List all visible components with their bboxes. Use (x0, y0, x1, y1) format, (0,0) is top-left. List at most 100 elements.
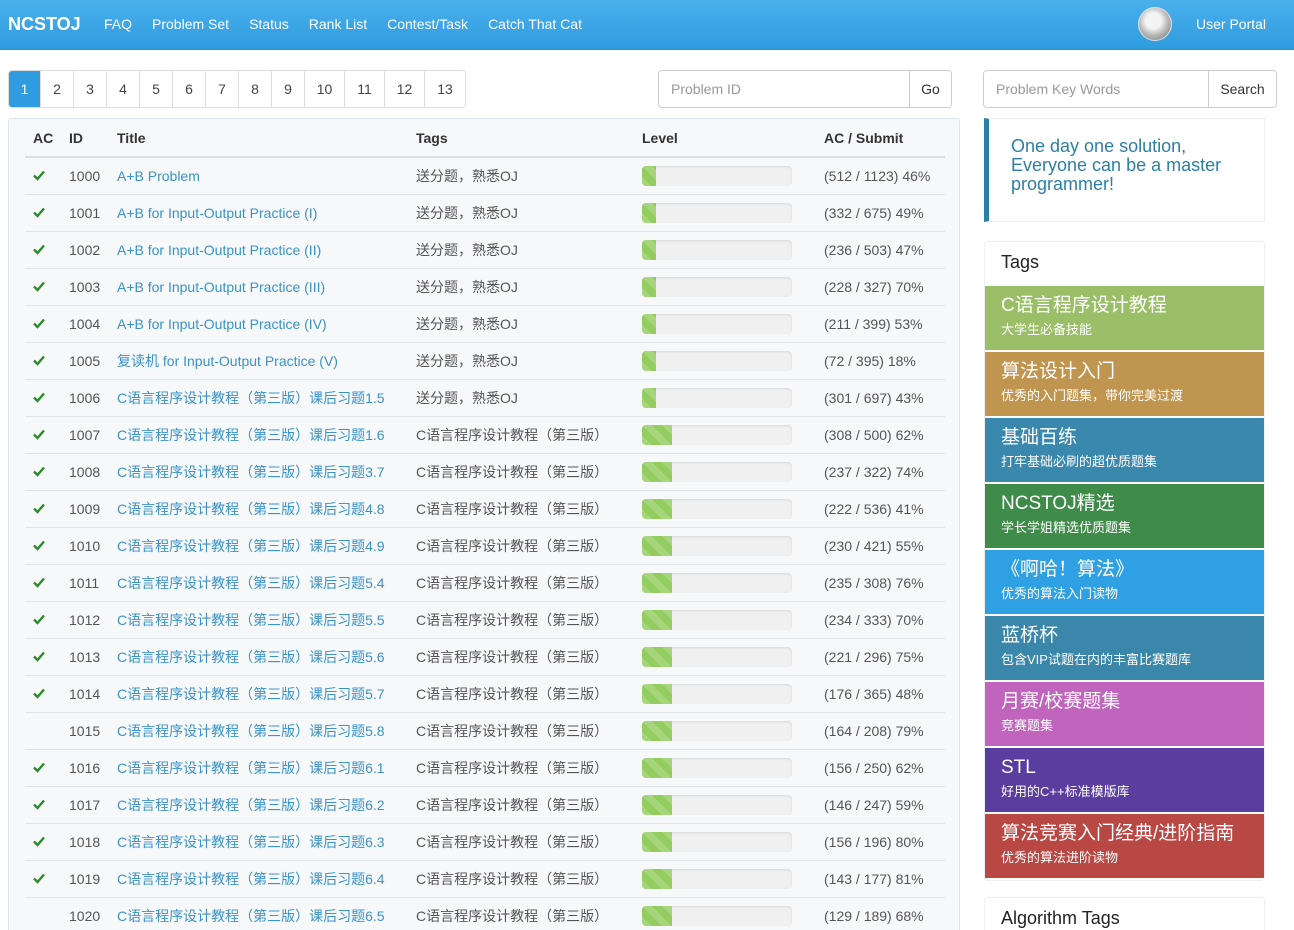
motto-line-2: Everyone can be a master (1011, 155, 1222, 175)
problem-tags: C语言程序设计教程（第三版） (408, 637, 634, 675)
problem-tags: C语言程序设计教程（第三版） (408, 822, 634, 860)
tag-item[interactable]: 算法竞赛入门经典/进阶指南 优秀的算法进阶读物 (985, 814, 1264, 878)
tag-item[interactable]: 月赛/校赛题集 竞赛题集 (985, 682, 1264, 746)
ac-cell (25, 674, 61, 712)
tag-list: C语言程序设计教程 大学生必备技能 算法设计入门 优秀的入门题集，带你完美过渡 基础百练… (985, 286, 1264, 878)
tag-item[interactable]: STL 好用的C++标准模版库 (985, 748, 1264, 812)
check-icon (33, 540, 45, 551)
check-icon (33, 207, 45, 218)
user-avatar[interactable] (1138, 7, 1172, 41)
problem-title-link[interactable]: C语言程序设计教程（第三版）课后习题4.9 (117, 538, 385, 554)
page-6[interactable]: 6 (173, 71, 206, 107)
title-cell: A+B Problem (109, 156, 408, 194)
problem-id-input[interactable] (659, 71, 909, 107)
page-7[interactable]: 7 (206, 71, 239, 107)
problem-title-link[interactable]: C语言程序设计教程（第三版）课后习题6.2 (117, 797, 385, 813)
tag-item[interactable]: C语言程序设计教程 大学生必备技能 (985, 286, 1264, 350)
tag-item[interactable]: NCSTOJ精选 学长学姐精选优质题集 (985, 484, 1264, 548)
brand-logo[interactable]: NCSTOJ (8, 14, 81, 35)
ac-cell (25, 896, 61, 930)
go-button[interactable]: Go (909, 71, 951, 107)
problem-title-link[interactable]: C语言程序设计教程（第三版）课后习题5.8 (117, 723, 385, 739)
problem-title-link[interactable]: C语言程序设计教程（第三版）课后习题3.7 (117, 464, 385, 480)
problem-id: 1019 (61, 859, 109, 897)
ac-submit-stats: (301 / 697) 43% (816, 378, 945, 416)
problem-title-link[interactable]: A+B for Input-Output Practice (IV) (117, 316, 327, 332)
problem-id: 1002 (61, 230, 109, 268)
nav-contest-task[interactable]: Contest/Task (377, 0, 478, 50)
page-4[interactable]: 4 (107, 71, 140, 107)
problem-title-link[interactable]: C语言程序设计教程（第三版）课后习题1.5 (117, 390, 385, 406)
page-5[interactable]: 5 (140, 71, 173, 107)
problem-id: 1011 (61, 563, 109, 601)
page-8[interactable]: 8 (239, 71, 272, 107)
title-cell: C语言程序设计教程（第三版）课后习题5.4 (109, 563, 408, 601)
level-cell (634, 600, 816, 638)
page-12[interactable]: 12 (385, 71, 425, 107)
tag-title: 蓝桥杯 (1001, 625, 1059, 646)
problem-title-link[interactable]: C语言程序设计教程（第三版）课后习题6.3 (117, 834, 385, 850)
page-10[interactable]: 10 (305, 71, 345, 107)
tag-item[interactable]: 算法设计入门 优秀的入门题集，带你完美过渡 (985, 352, 1264, 416)
tag-item[interactable]: 基础百练 打牢基础必刷的超优质题集 (985, 418, 1264, 482)
nav-catch-that-cat[interactable]: Catch That Cat (478, 0, 592, 50)
level-cell (634, 563, 816, 601)
tag-item[interactable]: 《啊哈！算法》 优秀的算法入门读物 (985, 550, 1264, 614)
nav-problem-set[interactable]: Problem Set (142, 0, 239, 50)
ac-submit-stats: (176 / 365) 48% (816, 674, 945, 712)
page-3[interactable]: 3 (74, 71, 107, 107)
ac-cell (25, 822, 61, 860)
problem-tags: 送分题，熟悉OJ (408, 304, 634, 342)
problem-title-link[interactable]: A+B Problem (117, 168, 200, 184)
problem-title-link[interactable]: A+B for Input-Output Practice (III) (117, 279, 325, 295)
title-cell: C语言程序设计教程（第三版）课后习题5.7 (109, 674, 408, 712)
level-bar (642, 424, 792, 445)
problem-title-link[interactable]: C语言程序设计教程（第三版）课后习题1.6 (117, 427, 385, 443)
nav-rank-list[interactable]: Rank List (299, 0, 377, 50)
problem-title-link[interactable]: C语言程序设计教程（第三版）课后习题6.5 (117, 908, 385, 924)
title-cell: A+B for Input-Output Practice (III) (109, 267, 408, 305)
check-icon (33, 392, 45, 403)
ac-cell (25, 526, 61, 564)
page-11[interactable]: 11 (345, 71, 385, 107)
page-2[interactable]: 2 (41, 71, 74, 107)
problem-title-link[interactable]: A+B for Input-Output Practice (I) (117, 205, 317, 221)
ac-submit-stats: (332 / 675) 49% (816, 193, 945, 231)
page-1[interactable]: 1 (9, 71, 41, 107)
level-bar (642, 165, 792, 186)
title-cell: C语言程序设计教程（第三版）课后习题6.1 (109, 748, 408, 786)
problem-title-link[interactable]: C语言程序设计教程（第三版）课后习题5.5 (117, 612, 385, 628)
user-portal-link[interactable]: User Portal (1196, 16, 1266, 32)
level-fill (642, 831, 672, 852)
problem-title-link[interactable]: C语言程序设计教程（第三版）课后习题5.4 (117, 575, 385, 591)
problem-tags: C语言程序设计教程（第三版） (408, 600, 634, 638)
problem-title-link[interactable]: A+B for Input-Output Practice (II) (117, 242, 321, 258)
problem-title-link[interactable]: C语言程序设计教程（第三版）课后习题5.6 (117, 649, 385, 665)
level-fill (642, 794, 672, 815)
search-button[interactable]: Search (1208, 71, 1276, 107)
problem-title-link[interactable]: C语言程序设计教程（第三版）课后习题4.8 (117, 501, 385, 517)
problem-title-link[interactable]: C语言程序设计教程（第三版）课后习题6.4 (117, 871, 385, 887)
problem-tags: C语言程序设计教程（第三版） (408, 785, 634, 823)
problem-title-link[interactable]: 复读机 for Input-Output Practice (V) (117, 353, 338, 369)
keyword-input[interactable] (984, 71, 1208, 107)
table-row: 1005 复读机 for Input-Output Practice (V) 送分题… (25, 341, 945, 379)
page-9[interactable]: 9 (272, 71, 305, 107)
problem-title-link[interactable]: C语言程序设计教程（第三版）课后习题6.1 (117, 760, 385, 776)
nav-links: FAQ Problem Set Status Rank List Contest… (94, 0, 592, 50)
check-icon (33, 577, 45, 588)
tag-subtitle: 包含VIP试题在内的丰富比赛题库 (1001, 652, 1191, 667)
nav-faq[interactable]: FAQ (94, 0, 142, 50)
page-13[interactable]: 13 (425, 71, 465, 107)
tag-item[interactable]: 蓝桥杯包含VIP试题在内的丰富比赛题库 (985, 616, 1264, 680)
level-cell (634, 859, 816, 897)
ac-cell (25, 415, 61, 453)
level-fill (642, 572, 672, 593)
ac-cell (25, 156, 61, 194)
problem-title-link[interactable]: C语言程序设计教程（第三版）课后习题5.7 (117, 686, 385, 702)
level-fill (642, 609, 672, 630)
table-row: 1011 C语言程序设计教程（第三版）课后习题5.4 C语言程序设计教程（第三版） (… (25, 563, 945, 601)
level-bar (642, 535, 792, 556)
nav-status[interactable]: Status (239, 0, 299, 50)
tag-subtitle: 好用的C++标准模版库 (1001, 784, 1130, 799)
